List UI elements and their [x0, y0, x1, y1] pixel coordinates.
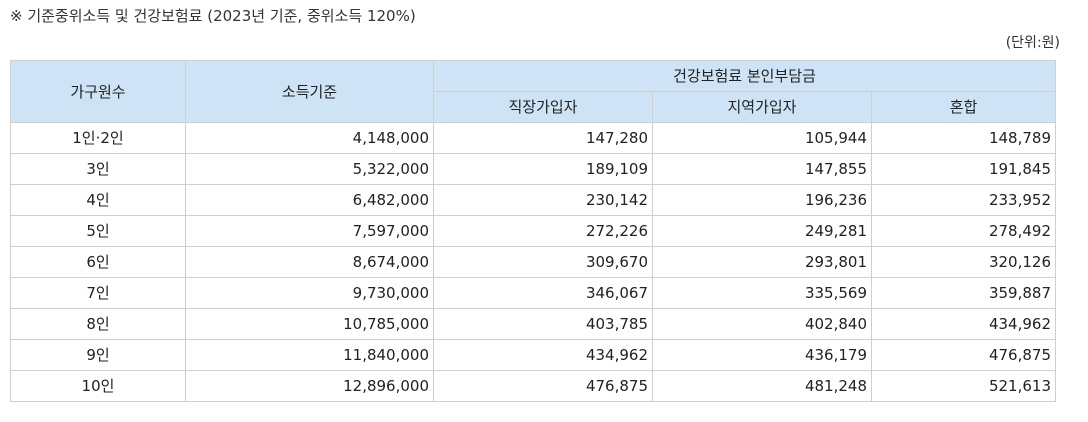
table-row: 4인 6,482,000 230,142 196,236 233,952: [10, 184, 1056, 216]
unit-label: (단위:원): [1005, 35, 1060, 51]
cell-mixed: 359,887: [871, 277, 1056, 309]
cell-employee: 230,142: [433, 184, 653, 216]
table-caption: ※ 기준중위소득 및 건강보험료 (2023년 기준, 중위소득 120%): [10, 7, 416, 25]
cell-mixed: 521,613: [871, 370, 1056, 402]
cell-mixed: 148,789: [871, 122, 1056, 154]
cell-household-size: 5인: [10, 215, 186, 247]
cell-household-size: 4인: [10, 184, 186, 216]
cell-regional: 196,236: [652, 184, 872, 216]
cell-household-size: 7인: [10, 277, 186, 309]
cell-household-size: 6인: [10, 246, 186, 278]
cell-income: 8,674,000: [185, 246, 434, 278]
cell-mixed: 476,875: [871, 339, 1056, 371]
cell-employee: 147,280: [433, 122, 653, 154]
cell-income: 10,785,000: [185, 308, 434, 340]
cell-regional: 436,179: [652, 339, 872, 371]
table-row: 5인 7,597,000 272,226 249,281 278,492: [10, 215, 1056, 247]
cell-regional: 249,281: [652, 215, 872, 247]
cell-household-size: 9인: [10, 339, 186, 371]
cell-regional: 402,840: [652, 308, 872, 340]
cell-regional: 481,248: [652, 370, 872, 402]
header-premium-group: 건강보험료 본인부담금: [433, 60, 1056, 92]
cell-mixed: 233,952: [871, 184, 1056, 216]
header-household: 가구원수: [10, 60, 186, 123]
table-row: 3인 5,322,000 189,109 147,855 191,845: [10, 153, 1056, 185]
table-row: 8인 10,785,000 403,785 402,840 434,962: [10, 308, 1056, 340]
table-row: 7인 9,730,000 346,067 335,569 359,887: [10, 277, 1056, 309]
premium-table: 가구원수 소득기준 건강보험료 본인부담금 직장가입자 지역가입자 혼합 1인·…: [10, 60, 1056, 402]
cell-mixed: 320,126: [871, 246, 1056, 278]
header-employee: 직장가입자: [433, 91, 653, 123]
cell-employee: 272,226: [433, 215, 653, 247]
cell-household-size: 8인: [10, 308, 186, 340]
cell-employee: 309,670: [433, 246, 653, 278]
cell-regional: 147,855: [652, 153, 872, 185]
cell-employee: 476,875: [433, 370, 653, 402]
cell-income: 9,730,000: [185, 277, 434, 309]
cell-household-size: 1인·2인: [10, 122, 186, 154]
cell-income: 5,322,000: [185, 153, 434, 185]
table-row: 10인 12,896,000 476,875 481,248 521,613: [10, 370, 1056, 402]
table-row: 1인·2인 4,148,000 147,280 105,944 148,789: [10, 122, 1056, 154]
header-income: 소득기준: [185, 60, 434, 123]
cell-household-size: 3인: [10, 153, 186, 185]
cell-household-size: 10인: [10, 370, 186, 402]
cell-income: 6,482,000: [185, 184, 434, 216]
cell-mixed: 278,492: [871, 215, 1056, 247]
cell-mixed: 434,962: [871, 308, 1056, 340]
table-row: 6인 8,674,000 309,670 293,801 320,126: [10, 246, 1056, 278]
cell-income: 4,148,000: [185, 122, 434, 154]
header-regional: 지역가입자: [652, 91, 872, 123]
cell-income: 12,896,000: [185, 370, 434, 402]
cell-employee: 189,109: [433, 153, 653, 185]
cell-income: 7,597,000: [185, 215, 434, 247]
table-row: 9인 11,840,000 434,962 436,179 476,875: [10, 339, 1056, 371]
header-mixed: 혼합: [871, 91, 1056, 123]
cell-income: 11,840,000: [185, 339, 434, 371]
cell-regional: 293,801: [652, 246, 872, 278]
cell-employee: 434,962: [433, 339, 653, 371]
cell-employee: 346,067: [433, 277, 653, 309]
cell-mixed: 191,845: [871, 153, 1056, 185]
cell-regional: 335,569: [652, 277, 872, 309]
cell-employee: 403,785: [433, 308, 653, 340]
cell-regional: 105,944: [652, 122, 872, 154]
